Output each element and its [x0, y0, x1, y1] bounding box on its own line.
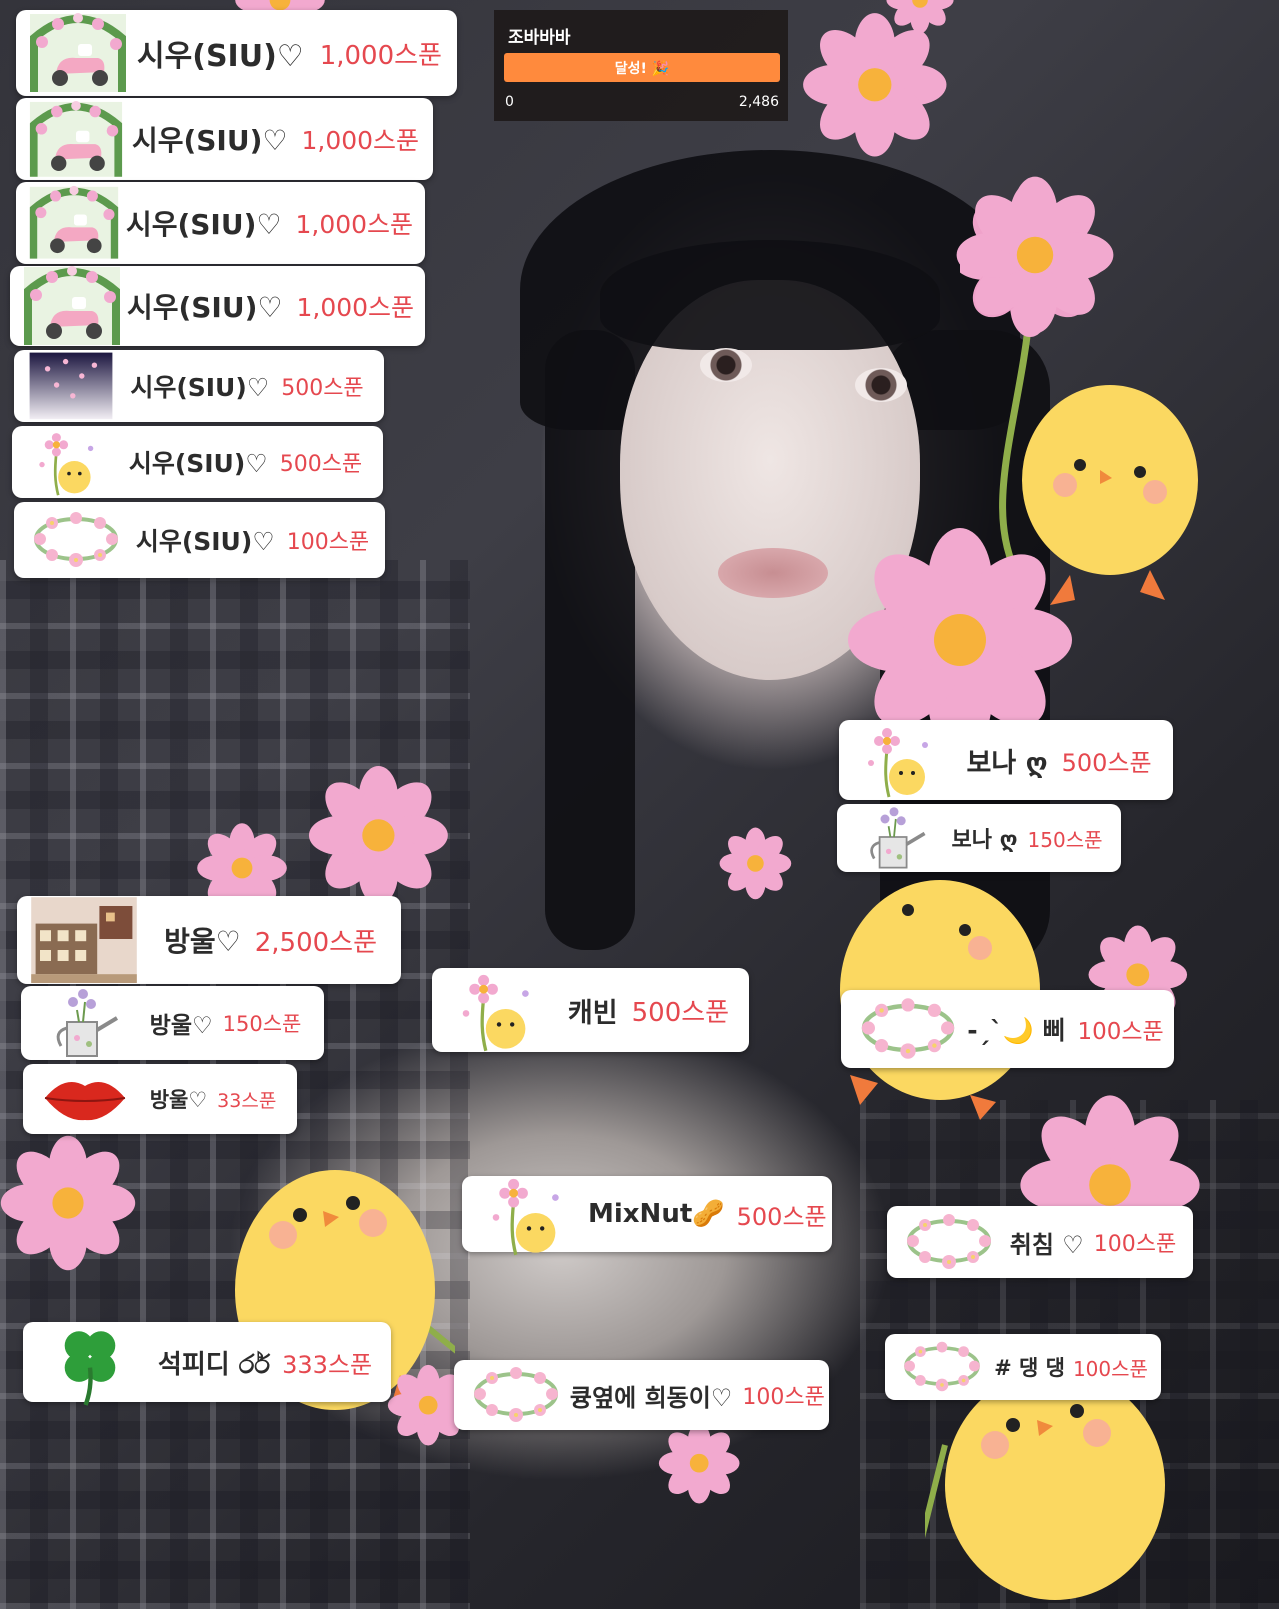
donation-card: 시우(SIU)♡ 1,000스푼 — [16, 10, 457, 96]
hair-left — [545, 330, 635, 950]
hair-bangs — [600, 240, 940, 350]
goal-max-label: 2,486 — [738, 94, 779, 110]
donor-name: 시우(SIU)♡ — [131, 124, 288, 157]
spoon-amount: 100스푼 — [286, 530, 370, 555]
donor-name: 시우(SIU)♡ — [128, 449, 268, 478]
spoon-amount: 150스푼 — [222, 1012, 302, 1036]
pink-scooter-flower-arch-icon — [24, 12, 132, 94]
donor-name: 보나 ღ — [951, 828, 1018, 853]
spoon-amount: 500스푼 — [631, 997, 730, 1028]
building-scene-icon — [25, 895, 143, 985]
donation-card: 방울♡ 33스푼 — [23, 1064, 297, 1134]
donation-card: 시우(SIU)♡ 500스푼 — [14, 350, 384, 422]
donor-name: 취침 ♡ — [1009, 1230, 1084, 1259]
falling-petals-night-icon — [22, 349, 120, 423]
spoon-amount: 33스푼 — [217, 1089, 277, 1112]
flower-wreath-icon — [895, 1201, 1003, 1283]
donation-card: # 댕 댕 100스푼 — [885, 1334, 1161, 1400]
donation-card: MixNut🥜 500스푼 — [462, 1176, 832, 1256]
spoon-amount: 500스푼 — [281, 376, 364, 401]
goal-achieved-label: 달성! 🎉 — [614, 61, 670, 77]
spoon-amount: 100스푼 — [1093, 1232, 1177, 1257]
chick-with-flower-icon — [470, 1169, 588, 1259]
goal-widget: 조바바바 달성! 🎉 0 2,486 — [494, 10, 788, 121]
flower-wreath-icon — [893, 1330, 991, 1404]
pink-flower-decoration — [308, 765, 448, 905]
donation-card: 캐빈 500스푼 — [432, 968, 749, 1052]
donation-card: 보나 ღ 500스푼 — [839, 720, 1173, 800]
four-leaf-clover-icon — [31, 1317, 149, 1407]
spoon-amount: 100스푼 — [1077, 1019, 1164, 1045]
donor-name: 석피디 ර්ර — [157, 1349, 271, 1380]
spoon-amount: 1,000스푼 — [296, 293, 415, 322]
donor-name: 방울♡ — [149, 1088, 208, 1112]
donor-name: -ˏˋ🌙 삐 — [967, 1016, 1066, 1045]
spoon-amount: 100스푼 — [742, 1385, 825, 1410]
donor-name: 시우(SIU)♡ — [137, 39, 304, 74]
spoon-amount: 2,500스푼 — [254, 927, 377, 958]
spoon-amount: 1,000스푼 — [295, 210, 414, 239]
right-eye — [855, 368, 907, 402]
pink-scooter-flower-arch-icon — [24, 100, 128, 179]
spoon-amount: 500스푼 — [736, 1202, 827, 1231]
donor-name: 방울♡ — [164, 925, 241, 958]
donation-card: 시우(SIU)♡ 500스푼 — [12, 426, 383, 498]
spoon-amount: 100스푼 — [1072, 1356, 1148, 1381]
spoon-amount: 333스푼 — [282, 1350, 373, 1379]
donor-name: 캐빈 — [567, 997, 618, 1029]
goal-min-label: 0 — [505, 94, 514, 110]
pink-flower-decoration — [0, 1135, 136, 1271]
chick-with-flower-icon — [20, 425, 118, 499]
flower-wreath-icon — [22, 499, 130, 581]
pink-flower-decoration — [886, 0, 954, 34]
donor-name: # 댕 댕 — [994, 1356, 1065, 1380]
chick-with-flower-icon — [847, 719, 955, 801]
lips — [718, 548, 828, 598]
donation-card: 큥옆에 희동이♡ 100스푼 — [454, 1360, 829, 1430]
donation-card: 시우(SIU)♡ 1,000스푼 — [16, 98, 433, 180]
red-lips-icon — [31, 1058, 139, 1140]
pink-flower-decoration — [658, 1422, 740, 1504]
donation-card: -ˏˋ🌙 삐 100스푼 — [841, 990, 1174, 1068]
flower-watering-can-icon — [845, 801, 943, 875]
donation-card: 시우(SIU)♡ 1,000스푼 — [10, 266, 425, 346]
donation-card: 보나 ღ 150스푼 — [837, 804, 1121, 872]
donation-card: 석피디 ර්ර 333스푼 — [23, 1322, 391, 1406]
spoon-amount: 500스푼 — [279, 452, 363, 477]
spoon-amount: 1,000스푼 — [319, 40, 442, 71]
spoon-amount: 150스푼 — [1027, 827, 1103, 852]
donor-name: 시우(SIU)♡ — [135, 527, 275, 556]
pink-flower-decoration — [719, 827, 791, 899]
donation-card: 시우(SIU)♡ 1,000스푼 — [16, 182, 425, 264]
donor-name: 보나 ღ — [966, 747, 1048, 779]
flower-watering-can-icon — [29, 982, 137, 1064]
pink-scooter-flower-arch-icon — [24, 185, 124, 260]
goal-title: 조바바바 — [508, 28, 571, 48]
flower-wreath-icon — [462, 1354, 570, 1436]
donor-name: 시우(SIU)♡ — [130, 373, 270, 402]
donation-card: 시우(SIU)♡ 100스푼 — [14, 502, 385, 578]
flower-wreath-icon — [849, 984, 967, 1074]
pink-flower-decoration — [956, 176, 1114, 334]
spoon-amount: 500스푼 — [1061, 748, 1152, 777]
donor-name: MixNut🥜 — [588, 1199, 725, 1229]
donation-card: 방울♡ 2,500스푼 — [17, 896, 401, 984]
donation-card: 취침 ♡ 100스푼 — [887, 1206, 1193, 1278]
goal-progress-bar: 달성! 🎉 — [504, 53, 780, 82]
pink-scooter-flower-arch-icon — [18, 265, 126, 347]
chick-with-flower-icon — [440, 965, 558, 1055]
spoon-amount: 1,000스푼 — [301, 126, 420, 155]
donor-name: 큥옆에 희동이♡ — [570, 1383, 733, 1412]
donor-name: 시우(SIU)♡ — [125, 208, 282, 241]
donor-name: 방울♡ — [149, 1013, 213, 1039]
donor-name: 시우(SIU)♡ — [126, 291, 283, 324]
donation-card: 방울♡ 150스푼 — [21, 986, 324, 1060]
left-eye — [700, 348, 752, 382]
